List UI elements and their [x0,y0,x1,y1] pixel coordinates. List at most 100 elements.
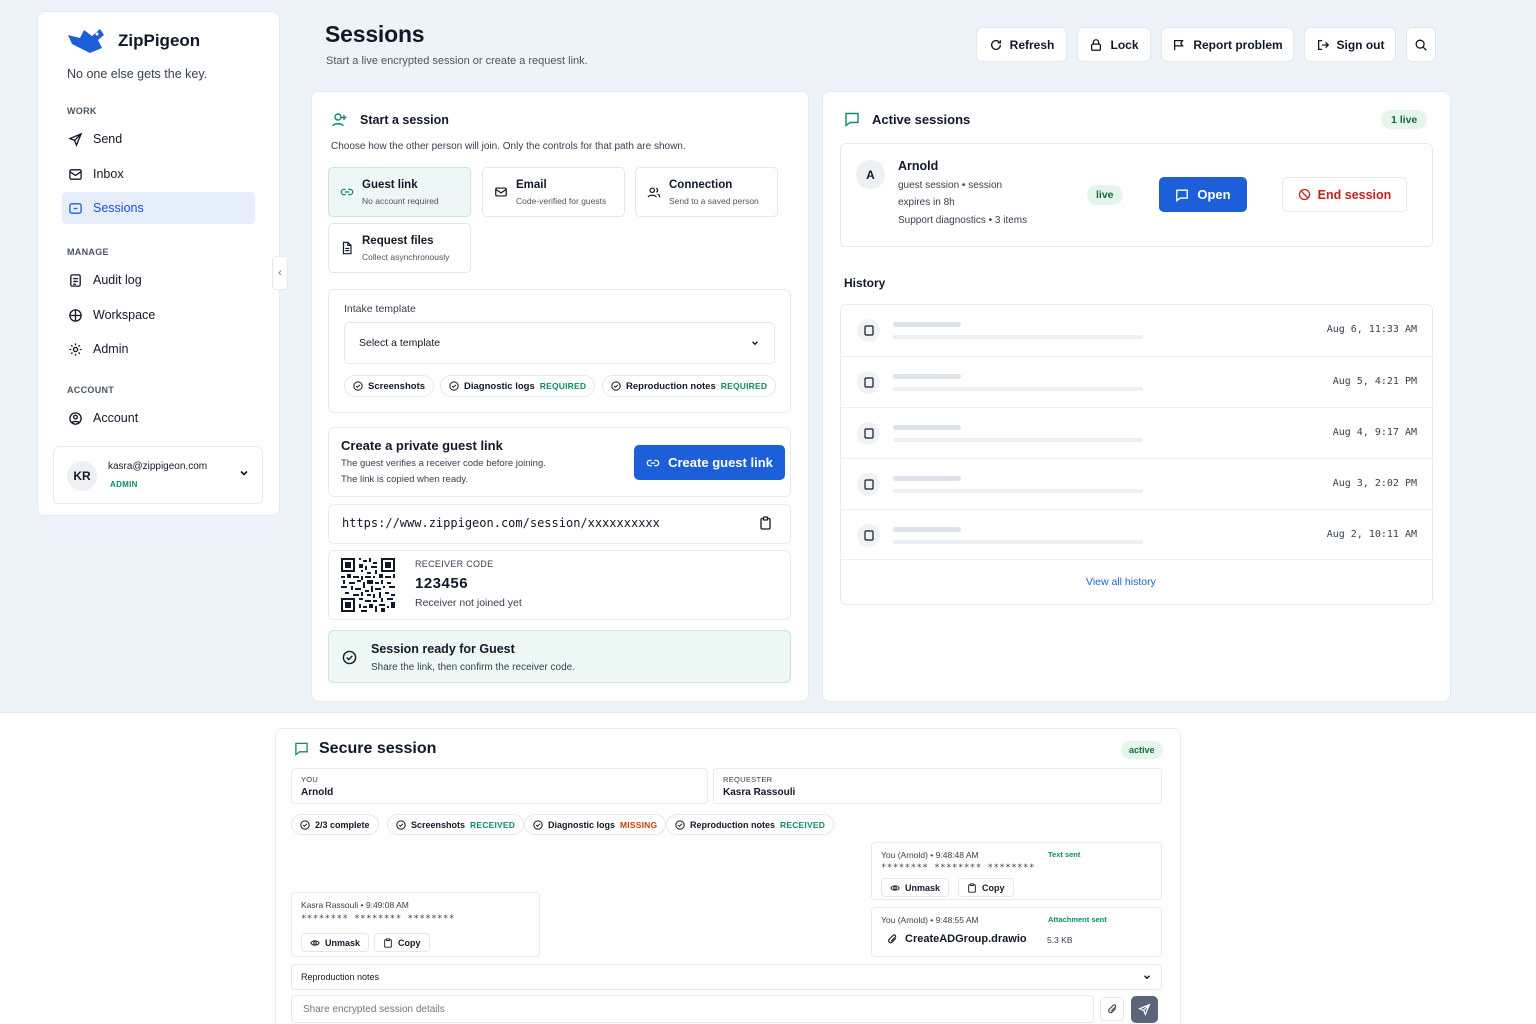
check-circle-icon [449,381,459,391]
report-problem-label: Report problem [1193,37,1283,52]
sidebar-item-label: Account [93,411,139,425]
live-count-badge: 1 live [1381,110,1428,129]
chip-tag: RECEIVED [780,819,826,830]
history-row[interactable]: Aug 3, 2:02 PM [840,458,1433,509]
notes-type-value: Reproduction notes [301,972,380,982]
history-meta-placeholder [893,489,1143,493]
unmask-label: Unmask [325,937,361,948]
unmask-button[interactable]: Unmask [301,933,370,952]
history-date: Aug 2, 10:11 AM [1326,529,1417,540]
history-title: History [844,276,886,290]
copy-button[interactable]: Copy [374,933,430,952]
history-date: Aug 4, 9:17 AM [1332,427,1417,438]
history-title-placeholder [893,527,961,532]
sidebar-item-admin[interactable]: Admin [62,333,255,365]
create-guest-link-label: Create guest link [668,455,773,470]
guest-link-title: Create a private guest link [341,438,503,453]
chip-label: Screenshots [411,819,466,830]
document-icon [857,319,880,342]
intake-chip-diagnostic-logs[interactable]: Diagnostic logs REQUIRED [440,375,596,397]
session-message-input[interactable] [291,995,1094,1023]
option-guest-link[interactable]: Guest link No account required [328,167,471,217]
check-circle-icon [396,819,406,830]
notes-type-select[interactable]: Reproduction notes [291,964,1162,990]
option-label: Guest link [362,179,418,191]
page-subtitle: Start a live encrypted session or create… [326,55,588,67]
send-message-button[interactable] [1131,996,1158,1023]
history-row[interactable]: Aug 2, 10:11 AM [840,509,1433,560]
option-label: Request files [362,235,434,247]
requester-panel [713,768,1162,804]
open-session-button[interactable]: Open [1159,177,1247,212]
lock-icon [1091,38,1102,51]
create-guest-link-button[interactable]: Create guest link [634,445,785,480]
qr-code-icon [341,558,395,612]
document-icon [857,371,880,394]
link-icon [340,188,354,196]
sidebar-item-audit-log[interactable]: Audit log [62,264,255,296]
copy-icon[interactable] [759,516,772,530]
unmask-button[interactable]: Unmask [881,878,950,897]
lock-button[interactable]: Lock [1077,27,1151,62]
sidebar-item-inbox[interactable]: Inbox [62,158,255,190]
start-session-title: Start a session [360,113,449,127]
page-title: Sessions [325,21,425,47]
chip-tag: REQUIRED [720,381,768,391]
message-tag: Attachment sent [1048,915,1107,924]
check-circle-icon [353,381,363,391]
users-icon [647,187,661,198]
option-sub: Send to a saved person [669,196,759,206]
audit-log-icon [70,273,81,287]
user-email: kasra@zippigeon.com [108,461,208,472]
intake-chip-screenshots[interactable]: Screenshots [344,375,435,397]
option-connection[interactable]: Connection Send to a saved person [635,167,778,217]
history-row[interactable]: Aug 4, 9:17 AM [840,407,1433,458]
session-summary: Support diagnostics • 3 items [898,215,1028,226]
refresh-button[interactable]: Refresh [976,27,1067,62]
eye-icon [890,884,900,891]
message-bubble: Kasra Rassouli • 9:49:08 AM ******** ***… [291,892,540,957]
history-row[interactable]: Aug 5, 4:21 PM [840,356,1433,407]
you-name: Arnold [301,787,334,798]
copy-button[interactable]: Copy [958,878,1014,897]
intake-template-select[interactable]: Select a template [344,322,775,364]
start-session-description: Choose how the other person will join. O… [331,141,686,152]
app-name: ZipPigeon [118,31,201,50]
history-row[interactable]: Aug 6, 11:33 AM [840,305,1433,356]
secure-session-title: Secure session [319,740,437,757]
end-session-button[interactable]: End session [1282,177,1407,212]
chip-label: Reproduction notes [690,819,775,830]
document-icon [857,422,880,445]
sign-out-button[interactable]: Sign out [1304,27,1396,62]
sidebar-item-send[interactable]: Send [62,123,255,155]
receiver-code-label: RECEIVER CODE [415,559,494,569]
search-icon [1415,39,1427,51]
option-email[interactable]: Email Code-verified for guests [482,167,625,217]
history-date: Aug 6, 11:33 AM [1326,324,1417,335]
collapse-sidebar-button[interactable]: ‹ [272,256,288,290]
history-date: Aug 5, 4:21 PM [1332,376,1417,387]
copy-icon [384,937,392,948]
guest-link-line2: The link is copied when ready. [341,474,469,485]
user-menu[interactable]: KR kasra@zippigeon.com ADMIN [53,446,263,504]
option-sub: Code-verified for guests [516,196,607,206]
app-logo[interactable]: ZipPigeon [66,26,200,56]
user-role-badge: ADMIN [110,480,138,489]
attachment-filename[interactable]: CreateADGroup.drawio [905,933,1027,945]
view-all-history-link[interactable]: View all history [1086,576,1156,588]
message-tag: Text sent [1048,850,1081,859]
attach-button[interactable] [1100,997,1124,1021]
file-icon [342,241,352,255]
option-request-files[interactable]: Request files Collect asynchronously [328,223,471,273]
sidebar-item-account[interactable]: Account [62,402,255,434]
history-title-placeholder [893,374,961,379]
search-button[interactable] [1406,27,1436,62]
unmask-label: Unmask [905,882,941,893]
message-meta: You (Arnold) • 9:48:55 AM [881,915,979,925]
intake-chip-reproduction-notes[interactable]: Reproduction notes REQUIRED [602,375,777,397]
check-circle-icon [675,819,685,830]
sidebar-item-sessions[interactable]: Sessions [62,192,255,224]
report-problem-button[interactable]: Report problem [1161,27,1294,62]
copy-icon [968,882,976,893]
sidebar-item-workspace[interactable]: Workspace [62,299,255,331]
